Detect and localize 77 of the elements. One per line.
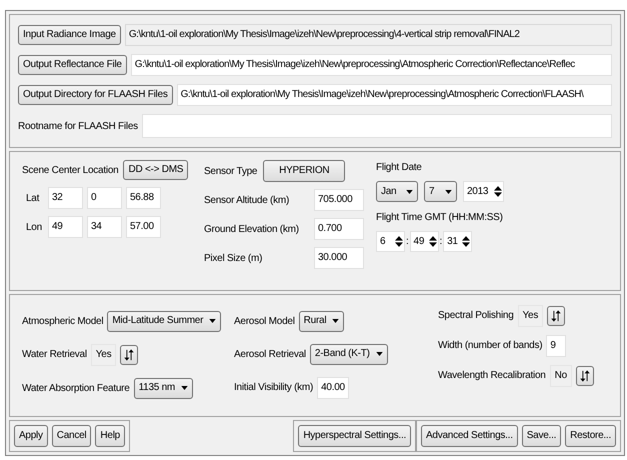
field-label: Aerosol Retrieval [234,348,306,362]
field-label: Flight Time GMT (HH:MM:SS) [376,211,504,225]
input-field[interactable]: 30.000 [314,247,364,269]
spinner-arrows-icon[interactable] [494,185,502,198]
file-button[interactable]: Input Radiance Image [18,25,121,45]
spin-field[interactable]: 31 [443,231,472,252]
field-label: Width (number of bands) [438,339,542,353]
dropdown[interactable]: 2-Band (K-T) [310,344,388,364]
input-field[interactable]: 705.000 [314,189,364,211]
caret-icon [376,352,383,356]
options-button[interactable]: Save... [522,425,562,448]
caret-icon [181,386,188,390]
spinner-arrows-icon[interactable] [395,235,403,248]
caret-icon [332,319,340,323]
caret-icon [209,319,216,323]
path-field[interactable]: G:\kntu\1-oil exploration\My Thesis\Image\izeh\New\preprocessing\Atmospheric Correction\Reflectance\Reflec [130,54,612,76]
field-label: Water Retrieval [22,348,87,362]
toggle-value: Yes [90,344,116,366]
coordinate-field[interactable]: 32 [48,187,83,209]
coordinate-field[interactable]: 0 [87,187,122,209]
coordinate-field[interactable]: 57.00 [126,216,161,238]
settings-button[interactable]: Hyperspectral Settings... [298,425,412,448]
input-field[interactable]: 0.700 [314,218,364,240]
field-label: Atmospheric Model [22,314,104,328]
field-label: Scene Center Location [22,164,118,178]
input-field[interactable]: 40.00 [317,376,349,398]
action-button[interactable]: Help [95,425,125,448]
coordinate-field[interactable]: 56.88 [126,187,161,209]
path-field[interactable]: G:\kntu\1-oil exploration\My Thesis\Image\izeh\New\preprocessing\4-vertical strip removal\FINAL2 [124,24,612,46]
time-separator: : [440,235,442,249]
field-label: Rootname for FLAASH Files [18,120,138,134]
field-label: Flight Date [376,161,423,175]
field-label: Pixel Size (m) [204,252,262,266]
field-label: Water Absorption Feature [22,382,130,396]
swap-arrows-icon [550,310,562,322]
swap-arrows-icon [123,348,136,360]
field-label: Aerosol Model [234,314,295,328]
caret-icon [445,190,452,194]
field-label: Wavelength Recalibration [438,369,546,383]
path-field[interactable]: G:\kntu\1-oil exploration\My Thesis\Image\izeh\New\preprocessing\Atmospheric Correction\FLAASH\ [176,84,612,106]
toggle-button[interactable] [576,366,594,386]
file-button[interactable]: Output Reflectance File [18,55,127,75]
swap-arrows-icon [578,370,591,382]
caret-icon [406,190,413,194]
field-label: Spectral Polishing [438,309,514,323]
field-label: Ground Elevation (km) [204,222,299,236]
field-label: Sensor Altitude (km) [204,194,290,208]
coordinate-field[interactable]: 49 [48,216,83,238]
input-field[interactable]: 9 [546,334,566,356]
options-button[interactable]: Restore... [565,425,616,448]
spinner-arrows-icon[interactable] [428,235,437,248]
convert-button[interactable]: DD <-> DMS [123,160,188,180]
dropdown[interactable]: Jan [376,181,418,202]
dropdown[interactable]: 7 [424,181,457,202]
dropdown[interactable]: 1135 nm [134,378,194,398]
dropdown[interactable]: Rural [298,310,344,332]
toggle-button[interactable] [120,344,138,364]
spin-field[interactable]: 6 [376,231,405,252]
field-label: Initial Visibility (km) [234,381,314,395]
spinner-arrows-icon[interactable] [462,235,470,248]
spin-field[interactable]: 2013 [463,181,504,202]
action-button[interactable]: Cancel [52,425,92,448]
coordinate-label: Lon [26,220,43,234]
options-button[interactable]: Advanced Settings... [421,425,518,448]
action-button[interactable]: Apply [14,425,48,448]
toggle-button[interactable] [547,306,566,326]
time-separator: : [406,235,409,249]
input-field[interactable] [142,114,612,138]
toggle-value: Yes [518,304,544,326]
dropdown[interactable]: Mid-Latitude Summer [107,310,222,332]
coordinate-label: Lat [26,192,40,206]
sensor-type-button[interactable]: HYPERION [263,160,346,182]
spin-field[interactable]: 49 [410,231,439,252]
field-label: Sensor Type [204,164,258,178]
coordinate-field[interactable]: 34 [87,216,122,238]
file-button[interactable]: Output Directory for FLAASH Files [18,85,173,105]
toggle-value: No [550,364,572,386]
